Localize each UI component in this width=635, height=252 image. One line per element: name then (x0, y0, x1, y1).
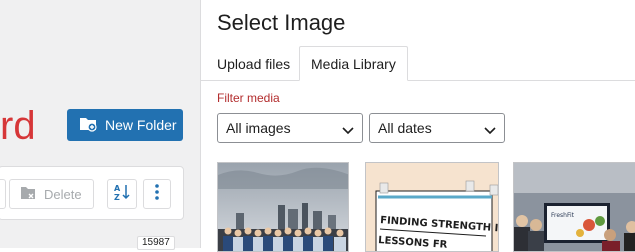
filter-media-label: Filter media (217, 91, 280, 105)
svg-text:Z: Z (114, 193, 120, 201)
tab-media-library[interactable]: Media Library (299, 46, 408, 81)
svg-text:A: A (114, 184, 121, 193)
select-image-modal: Select Image Upload files Media Library … (200, 0, 635, 252)
sort-az-icon: A Z (113, 183, 131, 206)
finding-strength-slide-thumbnail[interactable]: FINDING STRENGTH IN THE C LESSONS FR (365, 162, 499, 252)
date-filter-value: All dates (378, 120, 432, 136)
tab-upload-files[interactable]: Upload files (217, 46, 290, 81)
sort-button[interactable]: A Z (107, 179, 137, 209)
date-filter-select[interactable]: All dates (369, 113, 505, 143)
conference-room-thumbnail[interactable]: FreshFit (513, 162, 635, 252)
vertical-ellipsis-icon (155, 183, 159, 205)
delete-label: Delete (44, 186, 82, 202)
more-options-button[interactable] (143, 179, 171, 209)
media-type-select[interactable]: All images (217, 113, 363, 143)
folder-delete-icon (20, 186, 36, 203)
new-folder-label: New Folder (105, 117, 177, 133)
chevron-down-icon (484, 123, 496, 139)
modal-title: Select Image (217, 10, 346, 35)
chevron-down-icon (342, 123, 354, 139)
media-type-value: All images (226, 120, 291, 136)
toolbar-button-partial[interactable] (0, 179, 6, 209)
screen-brand-text: FreshFit (551, 212, 575, 219)
folder-plus-icon (79, 116, 97, 135)
new-folder-button[interactable]: New Folder (67, 109, 183, 141)
group-photo-city-thumbnail[interactable] (217, 162, 349, 252)
delete-button[interactable]: Delete (9, 179, 94, 209)
page-title-fragment: rd (0, 104, 36, 148)
